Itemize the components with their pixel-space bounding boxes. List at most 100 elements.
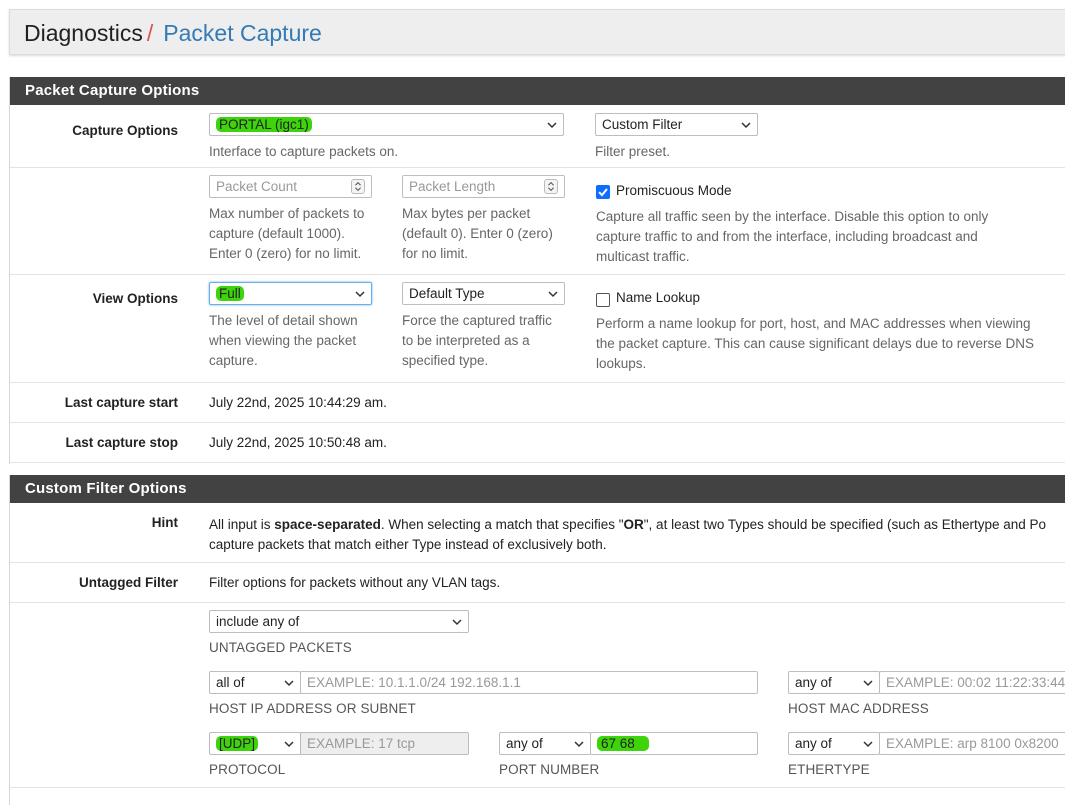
last-capture-stop-label: Last capture stop (65, 435, 178, 450)
help-line: for no limit. (402, 246, 469, 261)
breadcrumb: Diagnostics / Packet Capture (24, 20, 322, 46)
chevron-down-icon (574, 741, 584, 748)
name-lookup-label[interactable]: Name Lookup (616, 290, 700, 305)
packet-length-placeholder: Packet Length (409, 179, 496, 194)
chevron-down-icon (863, 680, 873, 687)
protocol-placeholder: EXAMPLE: 17 tcp (307, 736, 416, 751)
hint-or: OR (623, 517, 644, 532)
last-capture-start-row: Last capture start July 22nd, 2025 10:44… (10, 383, 1065, 423)
hint-bold: space-separated (274, 517, 381, 532)
ethertype-match-value: any of (795, 736, 832, 751)
packet-count-input[interactable]: Packet Count (209, 175, 372, 198)
name-lookup-checkbox[interactable] (596, 293, 610, 307)
port-input[interactable]: 67 68 (590, 732, 758, 755)
include-select-value: include any of (216, 614, 300, 629)
packet-capture-options-panel: Packet Capture Options Capture Options P… (9, 77, 1065, 464)
help-line: lookups. (596, 356, 647, 371)
help-line: capture traffic to and from the interfac… (596, 229, 978, 244)
hint-line-2: capture packets that match either Type i… (209, 537, 607, 552)
stepper-icon[interactable] (544, 179, 558, 194)
hint-text: All input is space-separated. When selec… (209, 515, 1046, 555)
last-capture-stop-row: Last capture stop July 22nd, 2025 10:50:… (10, 423, 1065, 463)
filter-preset-help: Filter preset. (595, 144, 671, 159)
ethertype-label: ETHERTYPE (788, 762, 870, 777)
chevron-down-icon (548, 291, 558, 298)
help-line: Capture all traffic seen by the interfac… (596, 209, 989, 224)
chevron-down-icon (284, 741, 294, 748)
help-line: to be interpreted as a (402, 333, 530, 348)
untagged-packets-label: UNTAGGED PACKETS (209, 640, 352, 655)
hint-text-part: All input is (209, 517, 275, 532)
protocol-match-select[interactable]: [UDP] (209, 732, 301, 755)
packet-count-placeholder: Packet Count (216, 179, 298, 194)
help-line: the packet capture. This can cause signi… (596, 336, 1034, 351)
promiscuous-checkbox[interactable] (596, 185, 610, 199)
capture-type-help: Force the captured traffic to be interpr… (402, 311, 552, 371)
chevron-down-icon (547, 122, 557, 129)
hint-label: Hint (151, 515, 178, 530)
untagged-filter-fields: include any of UNTAGGED PACKETS all of E… (10, 603, 1065, 788)
untagged-filter-label: Untagged Filter (78, 575, 178, 590)
host-mac-match-value: any of (795, 675, 832, 690)
interface-select[interactable]: PORTAL (igc1) (209, 113, 564, 136)
last-capture-stop-value: July 22nd, 2025 10:50:48 am. (209, 435, 387, 450)
host-mac-match-select[interactable]: any of (788, 671, 880, 694)
hint-text-part: . When selecting a match that specifies … (380, 517, 624, 532)
filter-preset-select[interactable]: Custom Filter (595, 113, 758, 136)
breadcrumb-root[interactable]: Diagnostics (24, 20, 143, 46)
detail-level-select[interactable]: Full (209, 282, 372, 305)
help-line: when viewing the packet (209, 333, 357, 348)
ethertype-match-select[interactable]: any of (788, 732, 880, 755)
last-capture-start-label: Last capture start (64, 395, 178, 410)
promiscuous-help: Capture all traffic seen by the interfac… (596, 207, 988, 267)
ethertype-placeholder: EXAMPLE: arp 8100 0x8200 (886, 736, 1059, 751)
host-ip-match-value: all of (216, 675, 245, 690)
help-line: Force the captured traffic (402, 313, 552, 328)
help-line: Enter 0 (zero) for no limit. (209, 246, 362, 261)
protocol-match-value: [UDP] (216, 736, 259, 751)
help-line: capture (default 1000). (209, 226, 345, 241)
help-line: multicast traffic. (596, 249, 690, 264)
breadcrumb-current[interactable]: Packet Capture (163, 20, 322, 46)
include-select[interactable]: include any of (209, 610, 469, 633)
page-header: Diagnostics / Packet Capture (9, 9, 1065, 55)
host-ip-input[interactable]: EXAMPLE: 10.1.1.0/24 192.168.1.1 (300, 671, 758, 694)
capture-options-row: Capture Options PORTAL (igc1) Interface … (10, 105, 1065, 168)
chevron-down-icon (741, 122, 751, 129)
port-match-select[interactable]: any of (499, 732, 591, 755)
hint-text-part: ", at least two Types should be specifie… (643, 517, 1047, 532)
protocol-input[interactable]: EXAMPLE: 17 tcp (300, 732, 469, 755)
chevron-down-icon (863, 741, 873, 748)
help-line: (default 0). Enter 0 (zero) (402, 226, 553, 241)
detail-level-value: Full (216, 286, 244, 301)
help-line: capture. (209, 353, 258, 368)
packet-length-help: Max bytes per packet (default 0). Enter … (402, 204, 553, 264)
host-mac-input[interactable]: EXAMPLE: 00:02 11:22:33:44 (879, 671, 1065, 694)
ethertype-input[interactable]: EXAMPLE: arp 8100 0x8200 (879, 732, 1065, 755)
view-options-label: View Options (92, 291, 178, 306)
help-line: Perform a name lookup for port, host, an… (596, 316, 1031, 331)
help-line: The level of detail shown (209, 313, 358, 328)
chevron-down-icon (452, 619, 462, 626)
untagged-filter-help: Filter options for packets without any V… (209, 575, 501, 590)
host-ip-placeholder: EXAMPLE: 10.1.1.0/24 192.168.1.1 (307, 675, 521, 690)
promiscuous-label[interactable]: Promiscuous Mode (616, 183, 732, 198)
stepper-icon[interactable] (351, 179, 365, 194)
capture-options-label: Capture Options (72, 123, 178, 138)
capture-type-select[interactable]: Default Type (402, 282, 565, 305)
panel-title: Packet Capture Options (10, 77, 1065, 105)
detail-level-help: The level of detail shown when viewing t… (209, 311, 358, 371)
host-ip-label: HOST IP ADDRESS OR SUBNET (209, 701, 416, 716)
interface-select-value: PORTAL (igc1) (216, 117, 312, 132)
host-mac-label: HOST MAC ADDRESS (788, 701, 929, 716)
help-line: specified type. (402, 353, 489, 368)
panel-title: Custom Filter Options (10, 475, 1065, 503)
packet-length-input[interactable]: Packet Length (402, 175, 565, 198)
filter-preset-value: Custom Filter (602, 117, 683, 132)
capture-type-value: Default Type (409, 286, 485, 301)
packet-count-help: Max number of packets to capture (defaul… (209, 204, 364, 264)
last-capture-start-value: July 22nd, 2025 10:44:29 am. (209, 395, 387, 410)
hint-row: Hint All input is space-separated. When … (10, 503, 1065, 563)
untagged-filter-row: Untagged Filter Filter options for packe… (10, 563, 1065, 603)
host-ip-match-select[interactable]: all of (209, 671, 301, 694)
